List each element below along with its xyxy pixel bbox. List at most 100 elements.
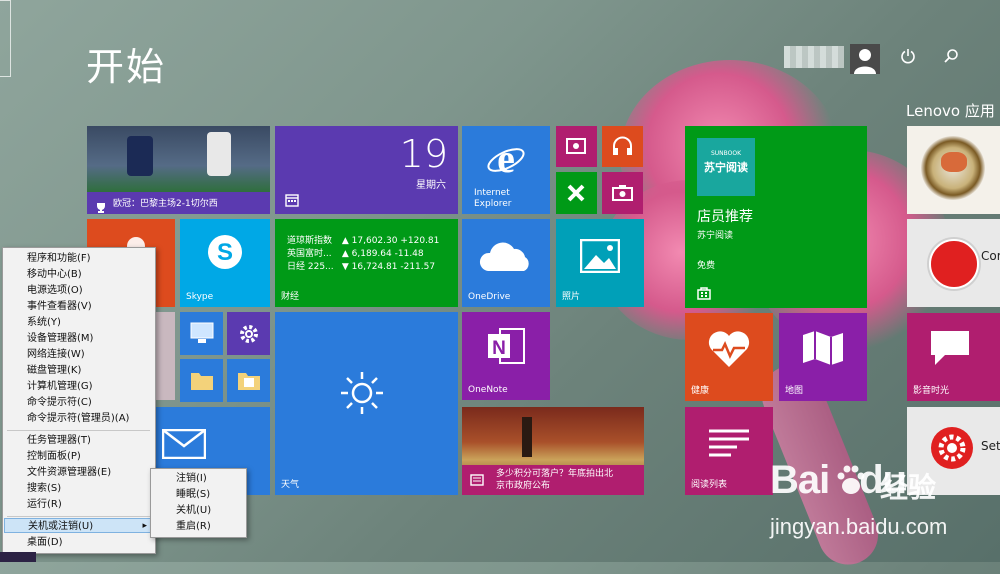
menu-item-network-connections[interactable]: 网络连接(W) <box>4 347 154 362</box>
group-title-lenovo-apps: Lenovo 应用 <box>906 102 995 120</box>
tile-video-small[interactable] <box>556 126 597 167</box>
folder-documents-icon <box>238 373 260 390</box>
sports-headline: 欧冠：巴黎主场2-1切尔西 <box>113 199 218 209</box>
tile-photos[interactable]: 照片 <box>556 219 644 307</box>
power-icon[interactable] <box>897 48 919 70</box>
mail-icon <box>162 429 206 459</box>
tile-video-app[interactable]: 影音时光 <box>907 313 1000 401</box>
tile-label: 影音时光 <box>913 386 950 396</box>
tile-label: 地图 <box>785 386 804 396</box>
speech-bubble-icon <box>931 331 969 365</box>
user-name-blurred[interactable] <box>784 46 844 68</box>
tile-label: Cor <box>981 249 1000 263</box>
calendar-weekday: 星期六 <box>416 180 446 191</box>
tile-camera-small[interactable] <box>602 172 643 214</box>
menu-item-control-panel[interactable]: 控制面板(P) <box>4 449 154 464</box>
menu-item-device-manager[interactable]: 设备管理器(M) <box>4 331 154 346</box>
menu-item-search[interactable]: 搜索(S) <box>4 481 154 496</box>
user-silhouette-icon <box>854 49 876 74</box>
tile-lenovo-app-partial[interactable]: Cor <box>907 219 1000 307</box>
tile-internet-explorer[interactable]: e Internet Explorer <box>462 126 550 214</box>
finance-row: 道琼斯指数 ▲ 17,602.30 +120.81 <box>287 236 440 246</box>
svg-text:e: e <box>497 138 515 178</box>
avatar[interactable] <box>850 44 880 74</box>
submenu-item-sign-out[interactable]: 注销(I) <box>152 471 244 486</box>
paw-icon <box>837 465 865 494</box>
tile-onenote[interactable]: N OneNote <box>462 312 550 400</box>
onenote-icon: N <box>488 328 525 364</box>
menu-item-computer-management[interactable]: 计算机管理(G) <box>4 379 154 394</box>
menu-item-command-prompt-admin[interactable]: 命令提示符(管理员)(A) <box>4 411 154 426</box>
tile-label: OneDrive <box>468 292 511 302</box>
tile-onedrive[interactable]: OneDrive <box>462 219 550 307</box>
tile-news[interactable]: 多少积分可落户？年底拍出北 京市政府公布 <box>462 407 644 495</box>
tile-reading-list[interactable]: 阅读列表 <box>685 407 773 495</box>
cloud-icon <box>479 242 529 271</box>
tile-weather[interactable]: 天气 <box>275 312 458 495</box>
svg-text:N: N <box>492 338 506 359</box>
menu-item-task-manager[interactable]: 任务管理器(T) <box>4 433 154 448</box>
tile-computer[interactable] <box>180 312 223 355</box>
tile-skype[interactable]: S Skype <box>180 219 270 307</box>
tile-label: 阅读列表 <box>691 480 728 490</box>
tile-health[interactable]: 健康 <box>685 313 773 401</box>
calendar-icon <box>285 194 299 207</box>
menu-item-desktop[interactable]: 桌面(D) <box>4 535 154 550</box>
watermark-url: jingyan.baidu.com <box>770 514 948 539</box>
shutdown-submenu: 注销(I) 睡眠(S) 关机(U) 重启(R) <box>150 468 247 538</box>
tile-sports[interactable]: 欧冠：巴黎主场2-1切尔西 <box>87 126 270 214</box>
tile-label: 天气 <box>281 480 300 490</box>
headphones-icon <box>613 136 632 155</box>
menu-separator <box>7 430 150 431</box>
tile-music-small[interactable] <box>602 126 643 167</box>
submenu-arrow-icon: ▸ <box>142 521 147 531</box>
baidu-watermark: Bai du 经验 jingyan.baidu.com <box>770 458 995 548</box>
computer-icon <box>190 322 214 343</box>
finance-row: 英国富时... ▲ 6,189.64 -11.48 <box>287 249 424 259</box>
news-headline: 京市政府公布 <box>496 481 551 491</box>
search-icon[interactable] <box>940 48 962 70</box>
watermark-cn: 经验 <box>880 471 937 504</box>
tile-file-explorer[interactable] <box>180 359 223 402</box>
winx-context-menu: 程序和功能(F) 移动中心(B) 电源选项(O) 事件查看器(V) 系统(Y) … <box>2 247 156 554</box>
menu-item-mobility-center[interactable]: 移动中心(B) <box>4 267 154 282</box>
tile-games-small[interactable] <box>556 172 597 214</box>
submenu-item-restart[interactable]: 重启(R) <box>152 519 244 534</box>
skype-icon: S <box>208 235 242 269</box>
menu-separator <box>7 516 150 517</box>
tile-settings[interactable] <box>227 312 270 355</box>
heart-pulse-icon <box>708 331 750 367</box>
tile-store[interactable]: SUNBOOK 苏宁阅读 店员推荐 苏宁阅读 免费 <box>685 126 867 308</box>
menu-item-programs-features[interactable]: 程序和功能(F) <box>4 251 154 266</box>
menu-item-disk-management[interactable]: 磁盘管理(K) <box>4 363 154 378</box>
taskbar-corner <box>0 552 36 562</box>
screen-edge-frame <box>0 0 11 77</box>
tile-label: Skype <box>186 292 214 302</box>
tile-calendar[interactable]: 19 星期六 <box>275 126 458 214</box>
submenu-item-sleep[interactable]: 睡眠(S) <box>152 487 244 502</box>
tile-maps[interactable]: 地图 <box>779 313 867 401</box>
menu-item-command-prompt[interactable]: 命令提示符(C) <box>4 395 154 410</box>
menu-item-shutdown-signout[interactable]: 关机或注销(U) ▸ <box>4 518 154 533</box>
svg-text:S: S <box>217 239 233 266</box>
menu-item-run[interactable]: 运行(R) <box>4 497 154 512</box>
store-app-name: 苏宁阅读 <box>697 231 734 241</box>
tile-label: Internet <box>474 188 510 198</box>
submenu-item-shut-down[interactable]: 关机(U) <box>152 503 244 518</box>
store-price: 免费 <box>697 261 716 271</box>
menu-item-system[interactable]: 系统(Y) <box>4 315 154 330</box>
menu-item-power-options[interactable]: 电源选项(O) <box>4 283 154 298</box>
store-bag-icon <box>697 287 711 300</box>
menu-item-file-explorer[interactable]: 文件资源管理器(E) <box>4 465 154 480</box>
picture-icon <box>580 239 620 273</box>
tile-finance[interactable]: 道琼斯指数 ▲ 17,602.30 +120.81 英国富时... ▲ 6,18… <box>275 219 458 307</box>
store-title: 店员推荐 <box>697 209 753 225</box>
tile-food-app[interactable] <box>907 126 1000 214</box>
tile-label: OneNote <box>468 385 508 395</box>
tile-documents[interactable] <box>227 359 270 402</box>
map-icon <box>803 331 843 365</box>
tile-label: 财经 <box>281 292 300 302</box>
folder-icon <box>191 373 213 390</box>
video-icon <box>566 138 586 154</box>
menu-item-event-viewer[interactable]: 事件查看器(V) <box>4 299 154 314</box>
